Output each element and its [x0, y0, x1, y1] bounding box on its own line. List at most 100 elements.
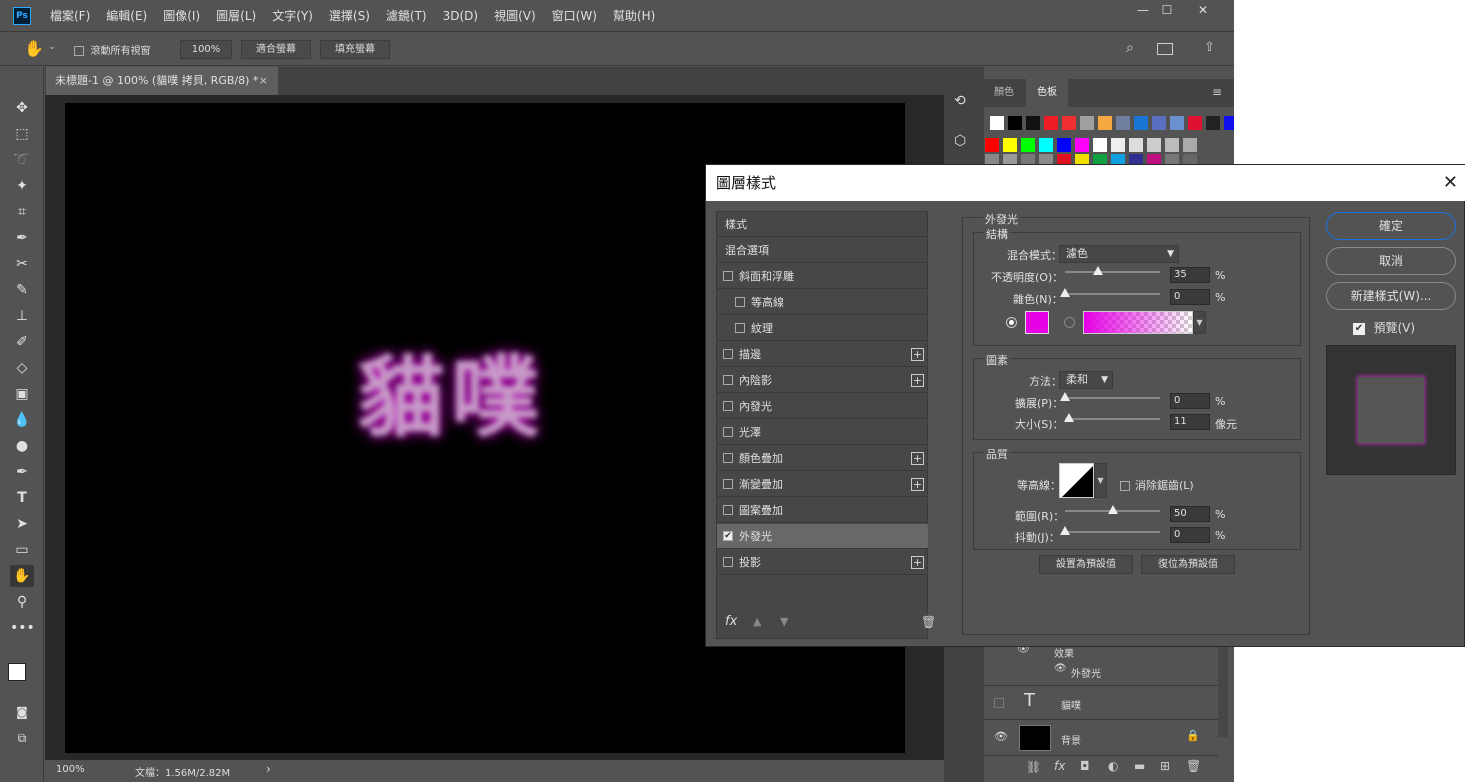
style-item[interactable]: 等高線 — [717, 290, 928, 315]
screen-mode-icon[interactable]: ⧉ — [10, 727, 34, 749]
ok-button[interactable]: 確定 — [1326, 212, 1456, 240]
style-checkbox[interactable] — [723, 271, 733, 281]
background-layer-row[interactable]: 👁 背景 🔒 — [984, 719, 1218, 755]
close-icon[interactable]: × — [259, 67, 268, 95]
size-thumb[interactable] — [1064, 413, 1075, 422]
3d-icon[interactable]: ⬡ — [954, 133, 966, 149]
color-swatch[interactable] — [1026, 116, 1040, 130]
range-slider[interactable] — [1065, 505, 1160, 514]
color-swatch[interactable] — [1183, 138, 1197, 152]
color-swatch[interactable] — [1152, 116, 1166, 130]
gradient-tool-icon[interactable]: ▣ — [10, 383, 34, 405]
menu-3d[interactable]: 3D(D) — [435, 0, 486, 32]
style-checkbox[interactable] — [723, 401, 733, 411]
restore-button[interactable]: ☐ — [1150, 0, 1184, 20]
menu-type[interactable]: 文字(Y) — [264, 0, 321, 32]
style-item[interactable]: 斜面和浮雕 — [717, 264, 928, 289]
style-item[interactable]: 內發光 — [717, 394, 928, 419]
hand-tool-icon[interactable]: ✋ — [24, 39, 44, 58]
foreground-color-swatch[interactable] — [8, 663, 26, 681]
move-down-icon[interactable]: ▼ — [780, 615, 788, 628]
style-checkbox[interactable] — [723, 349, 733, 359]
menu-file[interactable]: 檔案(F) — [42, 0, 98, 32]
document-tab[interactable]: 未標題-1 @ 100% (貓噗 拷貝, RGB/8) * × — [46, 67, 278, 95]
move-tool-icon[interactable]: ✥ — [10, 97, 34, 119]
make-default-button[interactable]: 設置為預設值 — [1039, 555, 1133, 574]
gradient-swatch[interactable] — [1083, 311, 1193, 334]
add-style-icon[interactable]: + — [911, 374, 924, 387]
style-item[interactable]: 內陰影 + — [717, 368, 928, 393]
color-swatch[interactable] — [1224, 116, 1234, 130]
more-tools-icon[interactable]: ••• — [10, 617, 35, 639]
eye-icon[interactable]: 👁 — [994, 730, 1008, 743]
menu-image[interactable]: 圖像(I) — [155, 0, 208, 32]
crop-tool-icon[interactable]: ⌗ — [10, 201, 34, 223]
eye-icon[interactable]: 👁 — [1054, 663, 1067, 674]
color-swatch[interactable] — [1170, 116, 1184, 130]
visibility-off-box[interactable] — [994, 698, 1004, 708]
gradient-radio[interactable] — [1064, 317, 1075, 328]
text-layer-row[interactable]: T 貓噗 — [984, 685, 1218, 719]
eyedropper-tool-icon[interactable]: ✒ — [10, 227, 34, 249]
solid-color-radio[interactable] — [1006, 317, 1017, 328]
fx-icon[interactable]: fx — [1054, 759, 1065, 773]
opacity-thumb[interactable] — [1093, 266, 1104, 275]
color-swatch[interactable] — [1044, 116, 1058, 130]
cancel-button[interactable]: 取消 — [1326, 247, 1456, 275]
size-input[interactable]: 11 — [1170, 414, 1210, 430]
preview-checkbox[interactable]: ✔ 預覽(V) — [1353, 319, 1415, 336]
style-checkbox[interactable] — [723, 557, 733, 567]
style-item[interactable]: 描邊 + — [717, 342, 928, 367]
color-swatch[interactable] — [1111, 138, 1125, 152]
color-swatch[interactable] — [990, 116, 1004, 130]
spread-slider[interactable] — [1060, 392, 1160, 401]
color-swatch[interactable] — [1188, 116, 1202, 130]
style-checkbox[interactable]: ✔ — [723, 531, 733, 541]
color-swatch[interactable] — [1206, 116, 1220, 130]
style-item[interactable]: ✔ 外發光 — [717, 524, 928, 549]
color-swatch[interactable] — [985, 138, 999, 152]
mask-icon[interactable]: ◘ — [1080, 759, 1090, 773]
chevron-down-icon[interactable]: ⌄ — [48, 42, 56, 52]
trash-icon[interactable]: 🗑 — [1186, 759, 1201, 773]
history-brush-tool-icon[interactable]: ✐ — [10, 331, 34, 353]
search-icon[interactable]: ⌕ — [1126, 40, 1134, 56]
healing-tool-icon[interactable]: ✂ — [10, 253, 34, 275]
trash-icon[interactable]: 🗑 — [921, 615, 936, 629]
reset-default-button[interactable]: 復位為預設值 — [1141, 555, 1235, 574]
menu-layer[interactable]: 圖層(L) — [208, 0, 264, 32]
background-layer-name[interactable]: 背景 — [1061, 732, 1081, 747]
menu-view[interactable]: 視圖(V) — [486, 0, 544, 32]
rectangle-tool-icon[interactable]: ▭ — [10, 539, 34, 561]
chevron-down-icon[interactable]: ▼ — [1094, 463, 1107, 498]
jitter-thumb[interactable] — [1060, 526, 1070, 535]
brush-tool-icon[interactable]: ✎ — [10, 279, 34, 301]
style-list-header[interactable]: 樣式 — [717, 212, 928, 237]
style-checkbox[interactable] — [723, 453, 733, 463]
chevron-down-icon[interactable]: ▼ — [1193, 311, 1206, 334]
color-swatch[interactable] — [1093, 138, 1107, 152]
color-swatch[interactable] — [1021, 138, 1035, 152]
hand-tool-active-icon[interactable]: ✋ — [10, 565, 34, 587]
glow-color-swatch[interactable] — [1025, 311, 1049, 334]
close-icon[interactable]: ✕ — [1443, 165, 1458, 201]
close-button[interactable]: ✕ — [1186, 0, 1220, 20]
range-input[interactable]: 50 — [1170, 506, 1210, 522]
noise-input[interactable]: 0 — [1170, 289, 1210, 305]
jitter-input[interactable]: 0 — [1170, 527, 1210, 543]
tab-color[interactable]: 顏色 — [994, 79, 1014, 107]
fill-screen-button[interactable]: 填充螢幕 — [320, 40, 390, 59]
dodge-tool-icon[interactable]: ● — [10, 435, 34, 457]
magic-wand-tool-icon[interactable]: ✦ — [10, 175, 34, 197]
zoom-tool-icon[interactable]: ⚲ — [10, 591, 34, 613]
contour-preview[interactable] — [1059, 463, 1094, 498]
color-swatch[interactable] — [1039, 138, 1053, 152]
color-swatch[interactable] — [1003, 138, 1017, 152]
style-item[interactable]: 漸變疊加 + — [717, 472, 928, 497]
style-item[interactable]: 圖案疊加 — [717, 498, 928, 523]
menu-filter[interactable]: 濾鏡(T) — [378, 0, 435, 32]
style-checkbox[interactable] — [723, 427, 733, 437]
color-swatch[interactable] — [1134, 116, 1148, 130]
menu-select[interactable]: 選擇(S) — [321, 0, 378, 32]
effect-outer-glow[interactable]: 外發光 — [1071, 665, 1101, 680]
